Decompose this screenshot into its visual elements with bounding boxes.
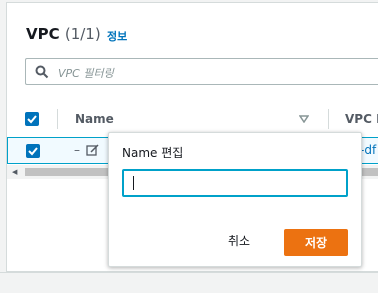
title-text: VPC: [26, 25, 60, 43]
row-checkbox[interactable]: [26, 144, 40, 158]
divider: [0, 272, 378, 273]
checkbox-checked-icon: [27, 115, 37, 124]
column-divider: [57, 109, 58, 129]
text-caret: [133, 176, 134, 190]
edit-icon[interactable]: [86, 144, 99, 157]
search-input[interactable]: VPC 필터링: [25, 58, 378, 85]
scroll-left-icon[interactable]: ◀: [12, 168, 17, 176]
page-title: VPC (1/1): [26, 25, 101, 43]
search-icon: [35, 65, 49, 79]
select-all-checkbox[interactable]: [25, 112, 39, 126]
column-header-vpc-id[interactable]: VPC II: [345, 112, 378, 126]
column-divider: [328, 109, 329, 129]
name-input[interactable]: [122, 169, 348, 197]
search-placeholder: VPC 필터링: [58, 67, 114, 80]
column-header-name[interactable]: Name: [75, 112, 114, 126]
row-vpc-id-link[interactable]: -df: [360, 143, 376, 157]
cancel-button[interactable]: 취소: [217, 232, 261, 249]
save-button-label: 저장: [304, 236, 328, 250]
edit-name-popover: Name 편집 취소 저장: [108, 132, 362, 267]
sort-down-icon[interactable]: [299, 115, 309, 123]
save-button[interactable]: 저장: [284, 229, 348, 256]
info-link[interactable]: 정보: [107, 28, 127, 44]
selection-count: (1/1): [64, 25, 101, 43]
edit-name-label: Name 편집: [122, 146, 184, 160]
checkbox-checked-icon: [28, 147, 38, 156]
row-name-value: –: [74, 143, 80, 157]
